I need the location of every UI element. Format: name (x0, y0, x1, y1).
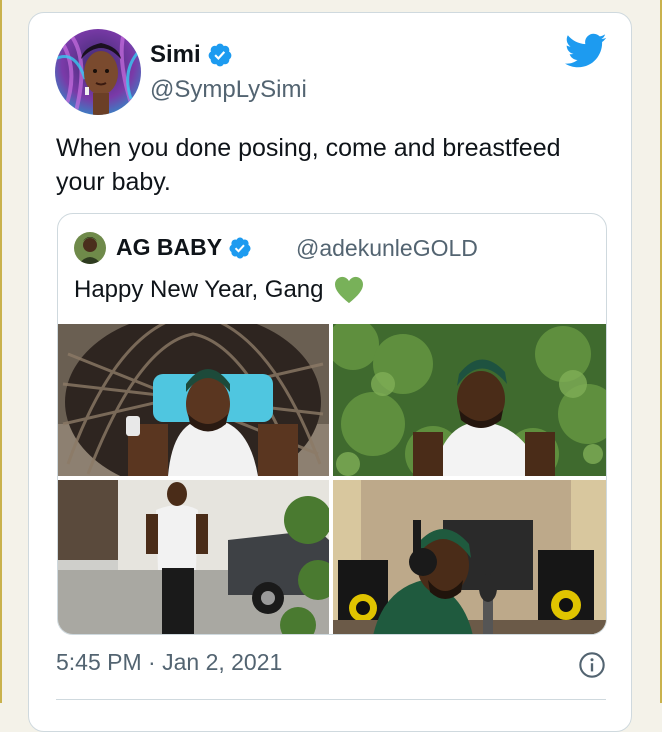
media-photo-2[interactable] (333, 324, 606, 476)
quoted-author-handle[interactable]: @adekunleGOLD (296, 235, 478, 262)
media-photo-1[interactable] (58, 324, 329, 476)
tweet-card[interactable]: Simi @SympLySimi When you done posing, c… (28, 12, 632, 732)
footer-divider (56, 699, 606, 700)
quoted-author-name[interactable]: AG BABY (116, 234, 252, 261)
quoted-tweet[interactable]: AG BABY @adekunleGOLD Happy New Year, Ga… (57, 213, 607, 635)
verified-badge-icon (208, 43, 232, 67)
green-heart-icon (334, 276, 363, 304)
quoted-tweet-text: Happy New Year, Gang (74, 276, 364, 304)
author-name[interactable]: Simi (150, 41, 233, 69)
tweet-timestamp[interactable]: 5:45 PM · Jan 2, 2021 (56, 649, 282, 676)
verified-badge-icon (229, 237, 251, 258)
media-photo-4[interactable] (333, 480, 606, 634)
page-border-left (0, 0, 2, 703)
media-photo-3[interactable] (58, 480, 329, 634)
quoted-author-name-text[interactable]: AG BABY (116, 234, 222, 261)
quoted-tweet-text-content: Happy New Year, Gang (74, 276, 324, 303)
quoted-author-avatar[interactable] (74, 232, 106, 264)
tweet-text: When you done posing, come and breastfee… (56, 134, 561, 196)
author-name-text[interactable]: Simi (150, 41, 201, 69)
info-icon[interactable] (578, 651, 606, 679)
author-avatar[interactable] (55, 29, 141, 115)
media-grid (58, 324, 606, 634)
twitter-bird-icon[interactable] (565, 33, 607, 69)
author-handle[interactable]: @SympLySimi (150, 76, 307, 104)
